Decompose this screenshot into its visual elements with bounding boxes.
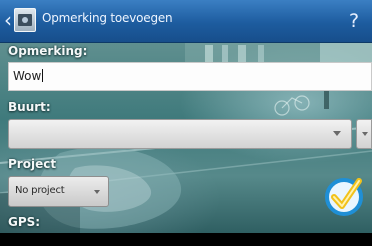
project-label: Project — [8, 157, 57, 171]
page-title: Opmerking toevoegen — [42, 11, 173, 25]
project-value: No project — [15, 185, 65, 196]
action-bar: ‹ Opmerking toevoegen ? — [0, 0, 372, 43]
chevron-down-icon — [362, 132, 368, 136]
opmerking-label: Opmerking: — [8, 44, 88, 58]
checkmark-icon[interactable] — [323, 173, 365, 217]
help-icon[interactable]: ? — [344, 8, 364, 34]
project-dropdown[interactable]: No project — [8, 176, 109, 207]
buurt-dropdown[interactable] — [8, 119, 352, 149]
opmerking-field[interactable]: Wow — [8, 62, 372, 91]
chevron-down-icon — [333, 131, 341, 136]
text-cursor — [42, 69, 44, 82]
opmerking-value-text: Wow — [13, 69, 42, 83]
buurt-secondary-dropdown[interactable] — [356, 119, 372, 149]
chevron-down-icon — [94, 190, 100, 194]
buurt-label: Buurt: — [8, 100, 51, 114]
chevron-left-icon[interactable]: ‹ — [2, 8, 14, 32]
opmerking-value: Wow — [13, 69, 44, 83]
form-content: Opmerking: Wow Buurt: Project No project… — [0, 43, 372, 233]
gps-label: GPS: — [8, 215, 41, 229]
camera-icon-lens — [22, 17, 28, 23]
screen: ‹ Opmerking toevoegen ? Opmerking: Wow B… — [0, 0, 372, 246]
bottom-bar — [0, 233, 372, 246]
camera-icon[interactable] — [14, 8, 36, 32]
